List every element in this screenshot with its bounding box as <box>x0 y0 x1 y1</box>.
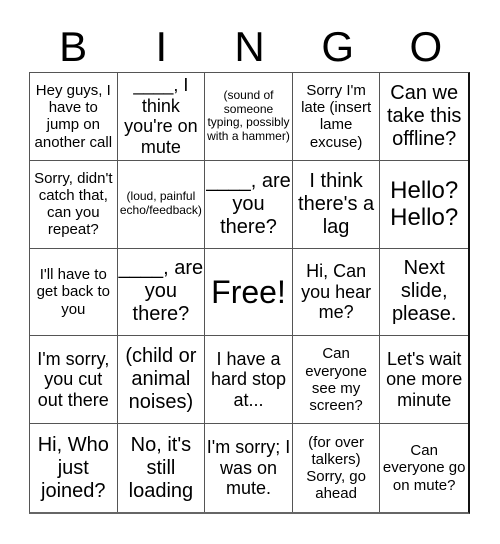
bingo-cell[interactable]: ____, are you there? <box>205 160 293 249</box>
header-letter-i: I <box>155 23 168 70</box>
bingo-cell[interactable]: Hi, Who just joined? <box>30 424 118 512</box>
bingo-cell[interactable]: Sorry I'm late (insert lame excuse) <box>292 73 381 161</box>
free-space-cell[interactable]: Free! <box>205 248 293 337</box>
bingo-cell[interactable]: Can everyone go on mute? <box>380 424 468 512</box>
bingo-cell[interactable]: Hi, Can you hear me? <box>292 248 381 337</box>
bingo-cell[interactable]: Sorry, didn't catch that, can you repeat… <box>30 160 118 249</box>
bingo-card-grid: Hey guys, I have to jump on another call… <box>29 72 470 514</box>
bingo-cell[interactable]: Let's wait one more minute <box>380 336 468 425</box>
bingo-cell[interactable]: No, it's still loading <box>118 424 206 512</box>
bingo-cell[interactable]: Can everyone see my screen? <box>292 336 381 425</box>
bingo-cell[interactable]: Hello? Hello? <box>380 161 468 249</box>
bingo-cell[interactable]: I'm sorry; I was on mute. <box>205 424 293 512</box>
bingo-cell[interactable]: ____, I think you're on mute <box>117 73 206 161</box>
header-letter-g: G <box>321 23 355 70</box>
bingo-cell[interactable]: (loud, painful echo/feedback) <box>117 160 206 249</box>
bingo-cell[interactable]: (sound of someone typing, possibly with … <box>205 73 293 161</box>
bingo-cell[interactable]: I'm sorry, you cut out there <box>30 336 118 425</box>
bingo-cell[interactable]: Can we take this offline? <box>380 73 468 161</box>
bingo-cell[interactable]: I'll have to get back to you <box>30 248 118 337</box>
bingo-cell[interactable]: (for over talkers) Sorry, go ahead <box>293 424 381 512</box>
bingo-cell[interactable]: (child or animal noises) <box>117 336 206 425</box>
bingo-cell[interactable]: Next slide, please. <box>380 249 468 337</box>
bingo-cell[interactable]: ____, are you there? <box>117 248 206 337</box>
header-letter-o: O <box>409 23 443 70</box>
header-letter-n: N <box>234 23 265 70</box>
header-letter-b: B <box>59 23 88 70</box>
bingo-header: B I N G O <box>29 22 470 72</box>
bingo-cell[interactable]: I think there's a lag <box>292 160 381 249</box>
bingo-cell[interactable]: I have a hard stop at... <box>205 336 293 425</box>
bingo-cell[interactable]: Hey guys, I have to jump on another call <box>30 73 118 161</box>
